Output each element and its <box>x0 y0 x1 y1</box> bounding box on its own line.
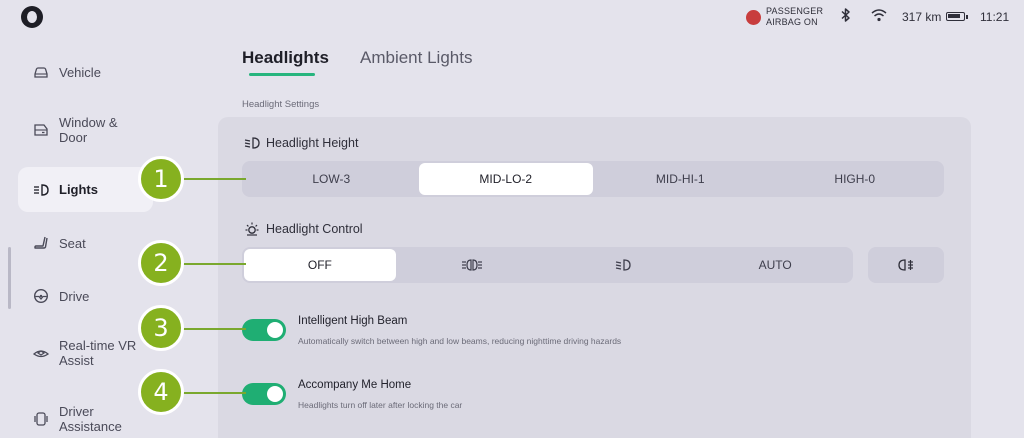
parking-lights-icon <box>461 259 482 271</box>
bluetooth-icon <box>841 8 850 22</box>
height-option-high-0[interactable]: HIGH-0 <box>768 163 943 195</box>
airbag-status-line1: PASSENGER <box>766 6 824 16</box>
intelligent-high-beam-toggle[interactable] <box>242 319 286 341</box>
sidebar-item-label: Driver Assistance <box>59 404 122 434</box>
headlight-height-selector: LOW-3 MID-LO-2 MID-HI-1 HIGH-0 <box>242 161 944 197</box>
headlight-control-title: Headlight Control <box>266 222 363 236</box>
sidebar-item-vehicle[interactable]: Vehicle <box>18 58 153 86</box>
steering-wheel-icon <box>33 288 49 304</box>
sun-icon <box>244 222 260 236</box>
low-beam-icon <box>616 259 632 271</box>
control-option-off[interactable]: OFF <box>244 249 396 281</box>
battery-icon <box>946 12 968 21</box>
door-icon <box>33 122 49 138</box>
sidebar-item-lights[interactable]: Lights <box>18 167 153 212</box>
sidebar-item-driver-assistance[interactable]: Driver Assistance <box>18 402 153 436</box>
rear-fog-light-icon <box>898 259 913 271</box>
headlight-control-selector: OFF AUTO <box>242 247 853 283</box>
airbag-status-line2: AIRBAG ON <box>766 17 818 27</box>
sidebar-item-label: Vehicle <box>59 64 101 80</box>
callout-line-1 <box>176 178 246 180</box>
intelligent-high-beam-description: Automatically switch between high and lo… <box>298 336 622 346</box>
height-option-mid-lo-2[interactable]: MID-LO-2 <box>418 163 593 195</box>
clock: 11:21 <box>980 10 1010 24</box>
callout-4: 4 <box>138 369 184 415</box>
callout-2: 2 <box>138 240 184 286</box>
tab-ambient-lights[interactable]: Ambient Lights <box>360 48 472 68</box>
sidebar-item-drive[interactable]: Drive <box>18 282 153 310</box>
rear-fog-light-button[interactable] <box>868 247 944 283</box>
sidebar-item-label: Drive <box>59 288 90 304</box>
callout-line-4 <box>176 392 246 394</box>
passenger-airbag-status: PASSENGER AIRBAG ON <box>746 6 823 28</box>
sidebar-item-label: Window & Door <box>59 115 118 145</box>
callout-1: 1 <box>138 156 184 202</box>
wifi-icon <box>871 9 887 22</box>
sidebar-scroll-indicator[interactable] <box>8 247 11 309</box>
airbag-off-icon <box>746 9 761 25</box>
driver-assist-icon <box>33 411 49 427</box>
control-option-low-beam[interactable] <box>548 249 700 281</box>
headlight-height-icon <box>244 136 260 150</box>
car-icon <box>33 64 49 80</box>
section-caption: Headlight Settings <box>242 99 320 110</box>
headlight-height-title: Headlight Height <box>266 136 359 150</box>
headlight-height-heading: Headlight Height <box>244 136 358 150</box>
brand-logo-icon <box>21 6 43 28</box>
sidebar-item-label: Real-time VR Assist <box>59 338 137 368</box>
accompany-me-home-toggle[interactable] <box>242 383 286 405</box>
height-option-mid-hi-1[interactable]: MID-HI-1 <box>593 163 768 195</box>
active-tab-underline <box>249 73 315 76</box>
control-option-auto[interactable]: AUTO <box>699 249 851 281</box>
range-readout: 317 km <box>902 10 942 24</box>
intelligent-high-beam-title: Intelligent High Beam <box>298 315 408 327</box>
callout-line-3 <box>176 328 246 330</box>
control-option-parking-lights[interactable] <box>396 249 548 281</box>
accompany-me-home-description: Headlights turn off later after locking … <box>298 400 463 410</box>
height-option-low-3[interactable]: LOW-3 <box>244 163 419 195</box>
callout-line-2 <box>176 263 246 265</box>
sidebar-item-vr-assist[interactable]: Real-time VR Assist <box>18 336 153 370</box>
sidebar-item-seat[interactable]: Seat <box>18 229 153 257</box>
sidebar-item-window-door[interactable]: Window & Door <box>18 113 153 147</box>
callout-3: 3 <box>138 305 184 351</box>
tab-headlights[interactable]: Headlights <box>242 48 329 68</box>
headlight-icon <box>33 182 49 198</box>
sidebar-item-label: Seat <box>59 235 86 251</box>
seat-icon <box>33 235 49 251</box>
headlight-control-heading: Headlight Control <box>244 222 363 236</box>
accompany-me-home-title: Accompany Me Home <box>298 379 412 391</box>
vr-assist-icon <box>33 345 49 361</box>
sidebar-item-label: Lights <box>59 182 98 197</box>
